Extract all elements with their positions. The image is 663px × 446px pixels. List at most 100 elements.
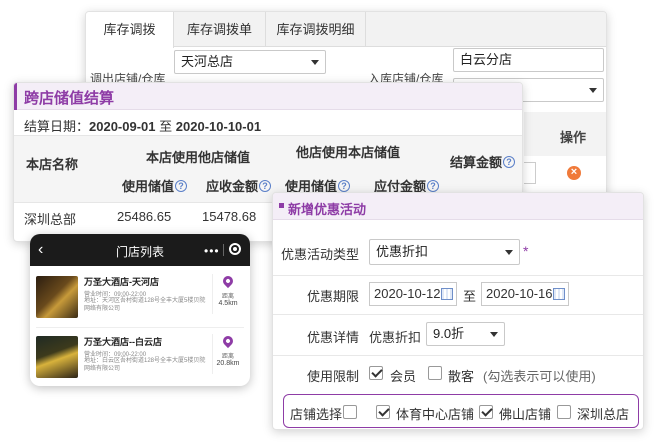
help-icon[interactable]: ?: [503, 156, 516, 168]
out-store-select[interactable]: 天河总店: [174, 50, 326, 74]
store1-label: 体育中心店铺: [396, 407, 475, 422]
store-name: 万圣大酒店-天河店: [84, 277, 159, 287]
date-from-value: 2020-10-12: [374, 286, 441, 301]
row-used-value: 25486.65: [117, 209, 172, 224]
guest-checkbox[interactable]: [428, 366, 442, 380]
title-accent: [14, 83, 17, 110]
settlement-title-bar: 跨店储值结算: [14, 83, 522, 110]
promo-type-select[interactable]: 优惠折扣: [369, 239, 520, 265]
header-settle-amount: 结算金额?: [450, 152, 516, 171]
store3-label: 深圳总店: [577, 407, 630, 422]
chevron-down-icon: [311, 60, 319, 65]
row-store-name: 深圳总部: [24, 212, 77, 227]
location-pin-icon: [220, 333, 236, 349]
tab-stock-transfer[interactable]: 库存调拨: [86, 12, 174, 48]
header-other-use-this-store: 他店使用本店储值: [296, 145, 401, 160]
sub-receivable: 应收金额?: [206, 176, 272, 195]
new-promotion-window: 新增优惠活动 优惠活动类型 优惠折扣 * 优惠期限 2020-10-12 至 2…: [272, 192, 644, 430]
detail-label: 优惠详情: [306, 330, 359, 345]
store-image: [36, 336, 78, 378]
promo-type-label: 优惠活动类型: [280, 247, 359, 262]
help-icon[interactable]: ?: [338, 180, 351, 192]
sub-receivable-text: 应收金额: [206, 179, 259, 194]
required-mark: *: [523, 243, 529, 259]
location-pin-icon: [220, 273, 236, 289]
period-from: 2020-09-01: [89, 119, 156, 134]
member-label: 会员: [390, 369, 417, 384]
store3-checkbox[interactable]: [557, 405, 571, 419]
settlement-period: 结算日期：2020-09-01 至 2020-10-10-01: [24, 116, 261, 135]
promo-title-bar: 新增优惠活动: [273, 193, 643, 220]
divider: [223, 244, 224, 256]
list-item[interactable]: 万圣大酒店--白云店 营业时间：09:00-22:00 地址：白云区吾村街道12…: [30, 330, 250, 386]
date-to-field[interactable]: 2020-10-16: [481, 282, 569, 306]
distance-value: 20.8km: [216, 360, 240, 367]
calendar-icon[interactable]: [441, 288, 453, 300]
list-item[interactable]: 万圣大酒店-天河店 营业时间：09:00-22:00 地址：天河区吾村街道128…: [30, 270, 250, 326]
divider: [212, 334, 213, 374]
store-image: [36, 276, 78, 318]
store-address: 地址：天河区吾村街道128号全丰大厦5楼贝院网络有限公司: [84, 298, 206, 312]
member-checkbox[interactable]: [369, 366, 383, 380]
period-to: 2020-10-10-01: [175, 119, 262, 134]
action-header: 操作: [560, 130, 587, 145]
date-to-value: 2020-10-16: [486, 286, 553, 301]
close-mini-icon[interactable]: [229, 243, 241, 255]
discount-value: 9.0折: [433, 326, 465, 341]
chevron-down-icon: [589, 88, 597, 93]
promo-type-value: 优惠折扣: [376, 244, 429, 259]
transfer-tab-bar: 库存调拨 库存调拨单 库存调拨明细: [86, 12, 606, 48]
phone-header: ‹ 门店列表 •••: [30, 234, 250, 266]
date-separator: 至: [463, 289, 477, 304]
settlement-title: 跨店储值结算: [24, 90, 115, 107]
chevron-down-icon: [505, 250, 513, 255]
help-icon[interactable]: ?: [259, 180, 272, 192]
store-list-phone: ‹ 门店列表 ••• 万圣大酒店-天河店 营业时间：09:00-22:00 地址…: [30, 234, 250, 386]
store-select-all-checkbox[interactable]: [343, 405, 357, 419]
sub-used-value: 使用储值?: [122, 176, 188, 195]
header-use-other-store: 本店使用他店储值: [146, 150, 251, 165]
chevron-down-icon: [490, 332, 498, 337]
row-receivable: 15478.68: [202, 209, 257, 224]
sub-used-text: 使用储值: [122, 179, 175, 194]
distance-value: 4.5km: [218, 300, 238, 307]
divider: [212, 274, 213, 314]
tab-transfer-detail[interactable]: 库存调拨明细: [266, 12, 366, 47]
settle-amount-text: 结算金额: [450, 155, 503, 170]
row-divider: [273, 355, 643, 356]
row-divider: [273, 275, 643, 276]
action-header-cell: 操作: [524, 112, 606, 156]
help-icon[interactable]: ?: [427, 180, 440, 192]
in-store-select[interactable]: 白云分店: [453, 48, 604, 72]
title-bullet: [279, 203, 284, 208]
input-edge: [524, 162, 536, 184]
delete-icon[interactable]: ×: [567, 166, 581, 180]
row-divider: [273, 314, 643, 315]
limit-hint: (勾选表示可以使用): [483, 369, 596, 384]
period-separator: 至: [159, 119, 173, 134]
calendar-icon[interactable]: [553, 288, 565, 300]
in-store-value: 白云分店: [460, 52, 513, 67]
distance-label: 距离: [221, 294, 234, 300]
date-from-field[interactable]: 2020-10-12: [369, 282, 457, 306]
store2-label: 佛山店铺: [499, 407, 552, 422]
detail-prefix: 优惠折扣: [369, 330, 422, 345]
tab-transfer-order[interactable]: 库存调拨单: [174, 12, 266, 47]
help-icon[interactable]: ?: [175, 180, 188, 192]
divider: [36, 327, 244, 328]
store1-checkbox[interactable]: [376, 405, 390, 419]
header-store-name: 本店名称: [26, 157, 79, 172]
store-address: 地址：白云区吾村街道128号全丰大厦5楼贝院网络有限公司: [84, 358, 206, 372]
store-select-group: 店铺选择 体育中心店铺 佛山店铺 深圳总店: [283, 394, 639, 428]
guest-label: 散客: [448, 369, 475, 384]
store-name: 万圣大酒店--白云店: [84, 337, 162, 347]
limit-label: 使用限制: [306, 369, 359, 384]
discount-select[interactable]: 9.0折: [426, 322, 505, 346]
store-select-label: 店铺选择: [290, 407, 343, 422]
promo-title: 新增优惠活动: [288, 202, 367, 217]
more-icon[interactable]: •••: [204, 244, 220, 258]
period-label: 结算日期：: [24, 119, 90, 134]
out-store-value: 天河总店: [181, 54, 234, 69]
distance-label: 距离: [221, 354, 234, 360]
store2-checkbox[interactable]: [479, 405, 493, 419]
